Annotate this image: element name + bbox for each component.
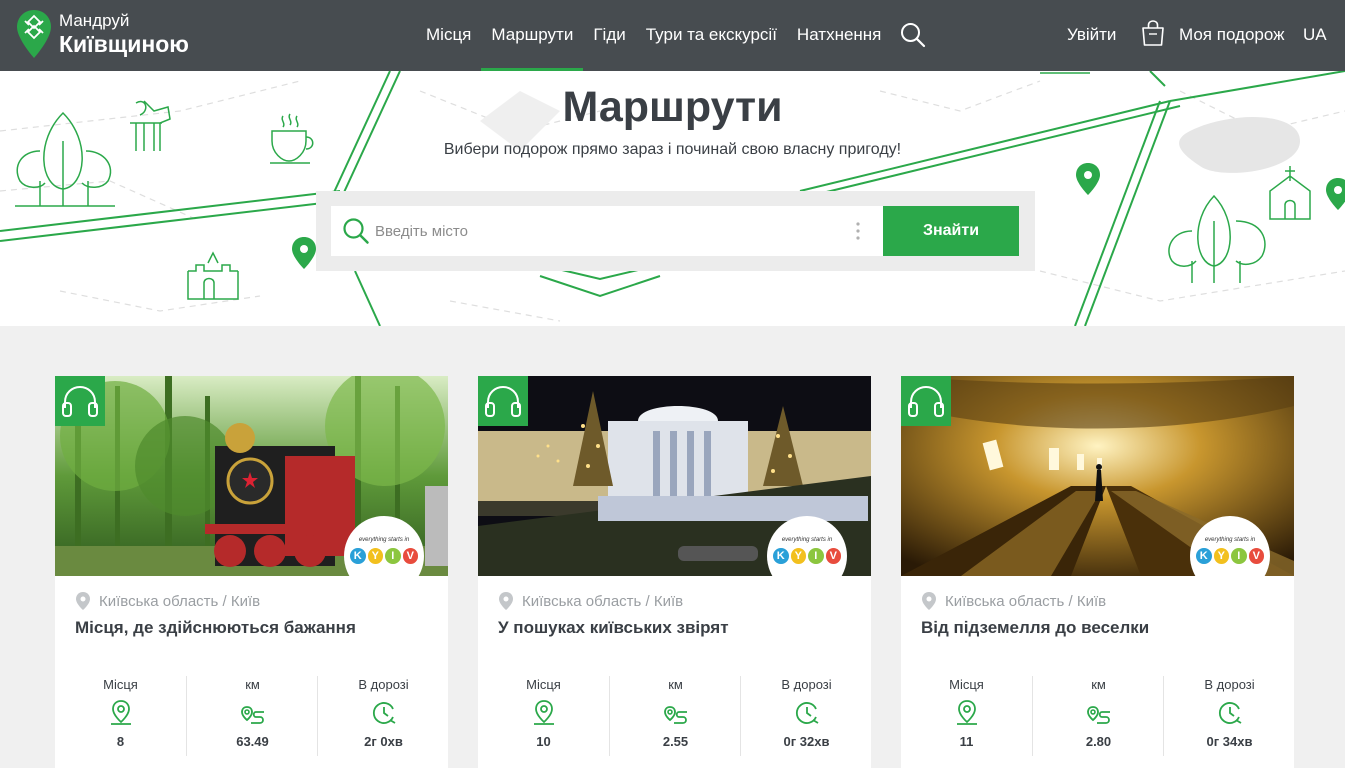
search-icon[interactable] <box>900 22 926 48</box>
route-card-image[interactable]: everything starts in K Y I V <box>478 376 871 576</box>
route-card[interactable]: everything starts in K Y I V Київська об… <box>901 376 1294 768</box>
stat-places: Місця 8 <box>103 677 138 749</box>
map-pin-icon <box>534 700 554 725</box>
site-header: Мандруй Київщиною Місця Маршрути Гіди Ту… <box>0 0 1345 71</box>
clock-icon <box>1219 702 1242 724</box>
route-card-image[interactable]: everything starts in K Y I V <box>55 376 448 576</box>
headphones-icon <box>55 376 105 426</box>
map-pin-icon <box>111 700 131 725</box>
search-field-wrapper <box>331 206 883 256</box>
route-stats: Місця 10 км 2.55 В дорозі 0г 32хв <box>478 676 871 756</box>
route-card[interactable]: everything starts in K Y I V Київська об… <box>55 376 448 768</box>
my-trip-link[interactable]: Моя подорож <box>1179 0 1285 71</box>
route-title[interactable]: У пошуках київських звірят <box>498 618 858 638</box>
logo-pin-icon <box>17 10 51 58</box>
route-card-image[interactable]: everything starts in K Y I V <box>901 376 1294 576</box>
clock-icon <box>796 702 819 724</box>
stat-km: км 63.49 <box>186 676 317 756</box>
nav-item-inspiration[interactable]: Натхнення <box>787 0 891 71</box>
more-options-icon[interactable] <box>856 222 860 240</box>
route-icon <box>1087 706 1110 724</box>
clock-icon <box>373 702 396 724</box>
stat-places: Місця 11 <box>949 677 984 749</box>
language-switcher[interactable]: UA <box>1303 0 1327 71</box>
stat-km: км 2.55 <box>609 676 740 756</box>
headphones-icon <box>478 376 528 426</box>
stat-places: Місця 10 <box>526 677 561 749</box>
search-bar: Знайти <box>316 191 1035 271</box>
stat-duration: В дорозі 0г 32хв <box>740 676 871 756</box>
headphones-icon <box>901 376 951 426</box>
page-title: Маршрути <box>562 83 783 131</box>
nav-item-tours[interactable]: Тури та екскурсії <box>636 0 787 71</box>
map-pin-icon <box>76 592 90 610</box>
page-subtitle: Вибери подорож прямо зараз і починай сво… <box>443 141 902 158</box>
nav-item-places[interactable]: Місця <box>416 0 481 71</box>
route-stats: Місця 8 км 63.49 В дорозі 2г 0хв <box>55 676 448 756</box>
main-nav: Місця Маршрути Гіди Тури та екскурсії На… <box>416 0 891 71</box>
search-button[interactable]: Знайти <box>883 206 1019 256</box>
city-search-input[interactable] <box>375 206 845 256</box>
route-title[interactable]: Від підземелля до веселки <box>921 618 1281 638</box>
stat-km: км 2.80 <box>1032 676 1163 756</box>
bag-icon[interactable] <box>1139 19 1167 47</box>
map-pin-icon <box>922 592 936 610</box>
nav-item-routes[interactable]: Маршрути <box>481 0 584 71</box>
hero-section: Маршрути Вибери подорож прямо зараз і по… <box>0 71 1345 326</box>
map-pin-icon <box>499 592 513 610</box>
route-icon <box>664 706 687 724</box>
nav-item-guides[interactable]: Гіди <box>583 0 635 71</box>
route-location: Київська область / Київ <box>922 591 1106 611</box>
route-title[interactable]: Місця, де здійснюються бажання <box>75 618 435 638</box>
route-icon <box>241 706 264 724</box>
route-stats: Місця 11 км 2.80 В дорозі 0г 34хв <box>901 676 1294 756</box>
route-location: Київська область / Київ <box>499 591 683 611</box>
stat-duration: В дорозі 2г 0хв <box>317 676 448 756</box>
login-link[interactable]: Увійти <box>1067 0 1116 71</box>
map-pin-icon <box>957 700 977 725</box>
site-logo[interactable]: Мандруй Київщиною <box>16 9 189 59</box>
logo-line-2: Київщиною <box>59 31 189 57</box>
logo-line-1: Мандруй <box>59 11 130 30</box>
route-location: Київська область / Київ <box>76 591 260 611</box>
search-icon <box>343 218 369 244</box>
stat-duration: В дорозі 0г 34хв <box>1163 676 1294 756</box>
route-card[interactable]: everything starts in K Y I V Київська об… <box>478 376 871 768</box>
